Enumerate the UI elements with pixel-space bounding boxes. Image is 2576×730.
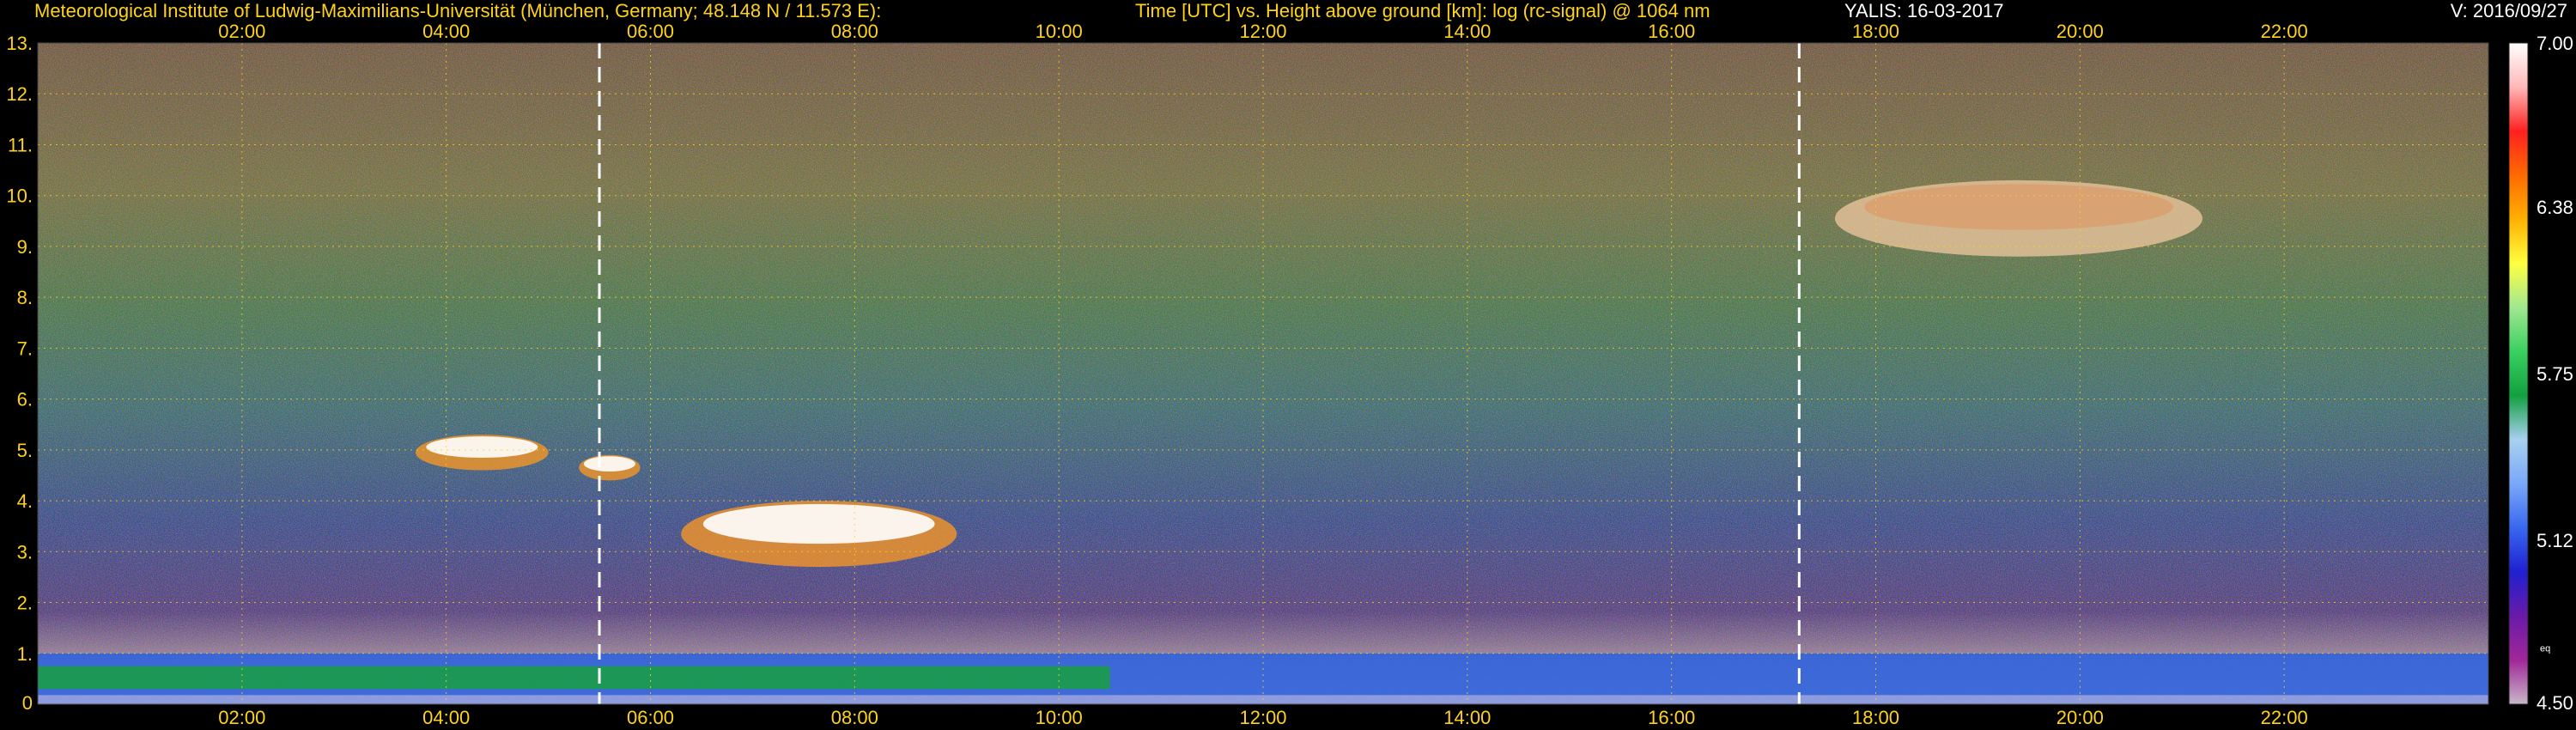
y-tick-label: 11. xyxy=(8,134,33,155)
colorbar-tick-label: 6.38 xyxy=(2537,197,2573,218)
x-tick-label: 06:00 xyxy=(627,707,674,728)
x-tick-label: 02:00 xyxy=(218,21,265,42)
cirrus-feature xyxy=(1834,179,2203,257)
x-tick-label: 04:00 xyxy=(422,21,470,42)
cloud-feature xyxy=(415,435,549,471)
y-tick-label: 5. xyxy=(17,440,33,461)
colorbar-tick-label: 5.75 xyxy=(2537,363,2573,385)
colorbar-scale xyxy=(2508,42,2529,705)
colorbar-tick-label: 7.00 xyxy=(2537,33,2573,54)
x-tick-label: 16:00 xyxy=(1648,21,1695,42)
x-tick-label: 20:00 xyxy=(2057,707,2104,728)
x-tick-label: 08:00 xyxy=(831,707,878,728)
x-tick-label: 22:00 xyxy=(2261,707,2308,728)
y-tick-label: 9. xyxy=(17,236,33,258)
colorbar-tick-label: 4.50 xyxy=(2537,692,2573,714)
x-tick-label: 10:00 xyxy=(1036,707,1083,728)
y-tick-label: 8. xyxy=(17,287,33,308)
y-tick-label: 6. xyxy=(17,389,33,411)
x-ticks-bottom: 02:00 04:00 06:00 08:00 10:00 12:00 14:00 16:00… xyxy=(218,707,2307,728)
x-tick-label: 14:00 xyxy=(1443,21,1491,42)
x-tick-label: 06:00 xyxy=(627,21,674,42)
x-tick-label: 10:00 xyxy=(1036,21,1083,42)
x-tick-label: 12:00 xyxy=(1239,707,1286,728)
y-tick-label: 10. xyxy=(6,186,33,207)
axes-title: Time [UTC] vs. Height above ground [km]:… xyxy=(1135,0,1710,21)
y-tick-label: 12. xyxy=(6,83,33,105)
cloud-feature xyxy=(681,501,957,568)
y-tick-label: 7. xyxy=(17,338,33,359)
x-tick-label: 02:00 xyxy=(218,707,265,728)
boundary-layer-feature xyxy=(38,653,2488,704)
y-tick-label: 13. xyxy=(6,33,33,54)
x-tick-label: 14:00 xyxy=(1443,707,1491,728)
colorbar-small-label: eq xyxy=(2540,643,2550,654)
colorbar: 7.00 6.38 5.75 5.12 4.50 eq xyxy=(2508,33,2573,714)
x-tick-label: 12:00 xyxy=(1239,21,1286,42)
x-tick-label: 08:00 xyxy=(831,21,878,42)
x-tick-label: 20:00 xyxy=(2057,21,2104,42)
x-tick-label: 18:00 xyxy=(1852,707,1899,728)
cloud-feature xyxy=(579,454,641,481)
x-ticks-top: 02:00 04:00 06:00 08:00 10:00 12:00 14:00 16:00… xyxy=(218,21,2307,42)
x-tick-label: 18:00 xyxy=(1852,21,1899,42)
version-label: V: 2016/09/27 xyxy=(2451,0,2567,21)
plot-area xyxy=(38,43,2488,704)
y-tick-label: 2. xyxy=(17,593,33,614)
colorbar-labels: 7.00 6.38 5.75 5.12 4.50 eq xyxy=(2537,33,2573,714)
x-tick-label: 16:00 xyxy=(1648,707,1695,728)
lidar-figure: Meteorological Institute of Ludwig-Maxim… xyxy=(6,0,2573,728)
instrument-label: YALIS: 16-03-2017 xyxy=(1844,0,2004,21)
x-tick-label: 04:00 xyxy=(422,707,470,728)
y-tick-label: 0 xyxy=(22,692,33,714)
y-tick-label: 3. xyxy=(17,541,33,563)
y-tick-label: 1. xyxy=(17,643,33,665)
y-ticks: 0 1. 2. 3. 4. 5. 6. 7. 8. 9. 10. 11. 12. 13. xyxy=(6,33,33,714)
institute-label: Meteorological Institute of Ludwig-Maxim… xyxy=(34,0,881,21)
y-tick-label: 4. xyxy=(17,490,33,512)
colorbar-tick-label: 5.12 xyxy=(2537,530,2573,551)
header: Meteorological Institute of Ludwig-Maxim… xyxy=(34,0,2567,21)
x-tick-label: 22:00 xyxy=(2261,21,2308,42)
